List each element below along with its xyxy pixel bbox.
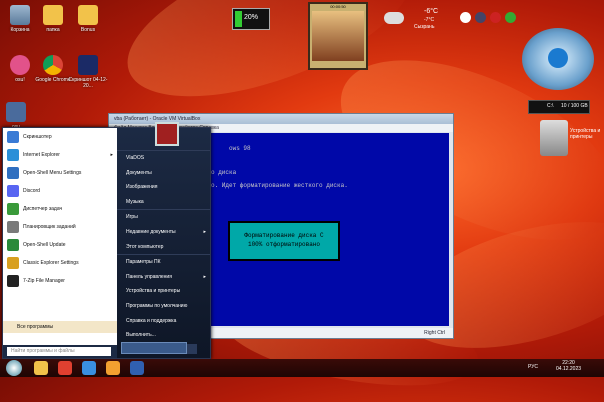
user-avatar[interactable] [155,122,179,146]
taskbar-explorer-icon[interactable] [34,361,48,375]
clock-puzzle-gadget[interactable]: 00:00:50 [308,2,368,70]
program-icon [7,275,19,287]
start-menu-place[interactable]: VlaDOS [117,150,210,166]
desktop-icon-folder[interactable]: папка [33,5,73,33]
search-area: Найти программы и файлы [3,345,117,358]
quick-buttons [460,12,520,26]
start-menu-item[interactable]: Open-Shell Menu Settings [3,164,117,182]
start-menu-place[interactable]: Игры [117,209,210,225]
program-icon [7,149,19,161]
desktop-icon-chrome[interactable]: Google Chrome [33,55,73,83]
start-menu-place[interactable]: Параметры ПК [117,254,210,270]
start-menu-place[interactable]: Изображения [117,180,210,195]
start-button[interactable] [6,360,22,376]
taskbar-virtualbox-icon[interactable] [130,361,144,375]
search-input[interactable]: Найти программы и файлы [7,347,111,356]
drive-gadget: C:\ 10 / 100 GB [528,100,590,114]
start-menu-item[interactable]: Classic Explorer Settings [3,254,117,272]
screenshot-icon [78,55,98,75]
recycle-bin-icon [10,5,30,25]
program-icon [7,239,19,251]
start-menu-place[interactable]: Панель управления ▸ [117,270,210,285]
yin-yang-icon[interactable] [460,12,471,23]
program-icon [7,257,19,269]
virtualbox-icon [6,102,26,122]
cloud-icon [384,12,404,24]
folder-icon [43,5,63,25]
start-menu-programs: Скриншотер Internet Explorer ▸ Open-Shell M… [3,128,117,345]
start-menu: Скриншотер Internet Explorer ▸ Open-Shell M… [2,122,211,359]
trash-bin-icon[interactable] [540,120,568,156]
osu-icon [10,55,30,75]
media-player-gadget[interactable] [522,28,594,90]
battery-gadget: 20% [232,8,270,30]
start-menu-item[interactable]: Open-Shell Update [3,236,117,254]
folder-icon [78,5,98,25]
all-programs-button[interactable]: Все программы [3,321,117,333]
start-menu-item[interactable]: Discord [3,182,117,200]
desktop-icon-bonus[interactable]: Bonus [68,5,108,33]
power-icon[interactable] [505,12,516,23]
start-menu-place[interactable]: Выполнить... [117,328,210,343]
start-menu-item[interactable]: 7-Zip File Manager [3,272,117,290]
home-icon[interactable] [475,12,486,23]
heart-icon[interactable] [490,12,501,23]
taskbar-chrome-icon[interactable] [82,361,96,375]
format-dialog: Форматирование диска C 100% отформатиров… [228,221,340,261]
battery-fill [235,11,242,27]
start-menu-item[interactable]: Internet Explorer ▸ [3,146,117,164]
taskbar: РУС 22:20 04.12.2023 [0,359,604,377]
shutdown-options-icon[interactable] [187,344,197,354]
weather-gadget: -6°C -7°C Сызрань [384,8,444,38]
desktop-icon-osu-folder[interactable]: osu [0,102,36,130]
puzzle-image [312,11,364,61]
start-menu-place[interactable]: Документы [117,166,210,181]
start-menu-item[interactable]: Диспетчер задач [3,200,117,218]
start-menu-place[interactable]: Недавние документы ▸ [117,225,210,240]
start-menu-place[interactable]: Справка и поддержка [117,314,210,329]
language-indicator[interactable]: РУС [528,364,538,370]
program-icon [7,203,19,215]
start-menu-place[interactable]: Устройства и принтеры [117,284,210,299]
start-menu-item[interactable]: Планировщик заданий [3,218,117,236]
program-icon [7,221,19,233]
program-icon [7,167,19,179]
taskbar-media-icon[interactable] [58,361,72,375]
start-menu-places: VlaDOS Документы Изображения Музыка Игры Неда… [117,122,210,358]
start-menu-place[interactable]: Программы по умолчанию [117,299,210,314]
taskbar-folder-icon[interactable] [106,361,120,375]
desktop-icon-screenshot[interactable]: Скриншот 04-12-20... [68,55,108,89]
start-menu-place[interactable]: Музыка [117,195,210,210]
chrome-icon [43,55,63,75]
program-icon [7,185,19,197]
play-icon[interactable] [548,48,568,68]
program-icon [7,131,19,143]
shutdown-button[interactable] [121,342,187,354]
start-menu-place[interactable]: Этот компьютер [117,240,210,255]
start-menu-item[interactable]: Скриншотер [3,128,117,146]
clock[interactable]: 22:20 04.12.2023 [556,360,581,372]
